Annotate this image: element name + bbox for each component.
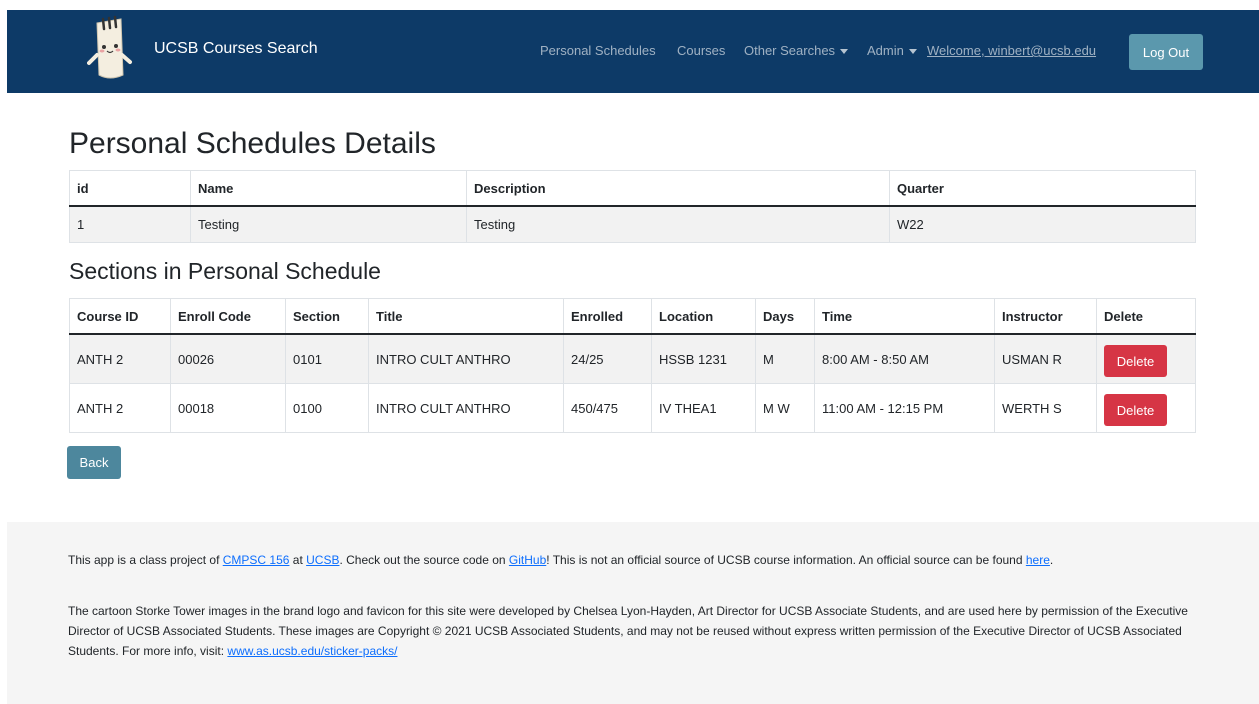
schedule-details-table: id Name Description Quarter 1 Testing Te… — [69, 170, 1196, 243]
nav-admin-label: Admin — [867, 43, 904, 58]
cell-location: IV THEA1 — [651, 383, 756, 433]
github-link[interactable]: GitHub — [509, 553, 546, 567]
nav-admin-dropdown[interactable]: Admin — [867, 43, 917, 58]
column-header: Enrolled — [563, 298, 652, 335]
column-header: Instructor — [994, 298, 1097, 335]
sections-heading: Sections in Personal Schedule — [69, 258, 381, 284]
cell-instructor: USMAN R — [994, 333, 1097, 384]
nav-courses[interactable]: Courses — [677, 43, 725, 58]
footer-text: at — [289, 553, 307, 567]
table-row: ANTH 2 00018 0100 INTRO CULT ANTHRO 450/… — [69, 383, 1196, 433]
cell-section: 0100 — [285, 383, 369, 433]
sections-table: Course ID Enroll Code Section Title Enro… — [69, 298, 1196, 433]
nav-other-searches-dropdown[interactable]: Other Searches — [744, 43, 849, 58]
caret-down-icon — [908, 49, 917, 55]
cell-name: Testing — [190, 205, 467, 243]
cell-enrolled: 24/25 — [563, 333, 652, 384]
ucsb-link[interactable]: UCSB — [306, 553, 339, 567]
cell-time: 11:00 AM - 12:15 PM — [814, 383, 995, 433]
cell-time: 8:00 AM - 8:50 AM — [814, 333, 995, 384]
cell-section: 0101 — [285, 333, 369, 384]
column-header: Section — [285, 298, 369, 335]
column-header: Title — [368, 298, 564, 335]
cell-course-id: ANTH 2 — [69, 383, 171, 433]
cell-days: M W — [755, 383, 815, 433]
footer-text: ! This is not an official source of UCSB… — [546, 553, 1026, 567]
brand-title[interactable]: UCSB Courses Search — [154, 40, 318, 58]
table-header-row: id Name Description Quarter — [69, 170, 1196, 207]
delete-button[interactable]: Delete — [1104, 394, 1167, 426]
cell-title: INTRO CULT ANTHRO — [368, 383, 564, 433]
column-header: Name — [190, 170, 467, 207]
column-header: Delete — [1096, 298, 1196, 335]
cell-delete: Delete — [1096, 383, 1196, 433]
footer-text: . Check out the source code on — [339, 553, 509, 567]
cell-description: Testing — [466, 205, 890, 243]
cell-days: M — [755, 333, 815, 384]
column-header: Course ID — [69, 298, 171, 335]
column-header: Time — [814, 298, 995, 335]
top-navbar: UCSB Courses Search Personal Schedules C… — [7, 10, 1259, 93]
column-header: id — [69, 170, 191, 207]
sticker-packs-link[interactable]: www.as.ucsb.edu/sticker-packs/ — [227, 644, 397, 658]
cmpsc-156-link[interactable]: CMPSC 156 — [223, 553, 290, 567]
cell-enroll-code: 00026 — [170, 333, 286, 384]
delete-button[interactable]: Delete — [1104, 345, 1167, 377]
footer-text: This app is a class project of — [68, 553, 223, 567]
nav-other-searches-label: Other Searches — [744, 43, 836, 58]
official-source-link[interactable]: here — [1026, 553, 1050, 567]
column-header: Description — [466, 170, 890, 207]
table-row: 1 Testing Testing W22 — [69, 205, 1196, 243]
nav-personal-schedules[interactable]: Personal Schedules — [540, 43, 656, 58]
cell-title: INTRO CULT ANTHRO — [368, 333, 564, 384]
page-title: Personal Schedules Details — [69, 127, 436, 160]
column-header: Days — [755, 298, 815, 335]
table-row: ANTH 2 00026 0101 INTRO CULT ANTHRO 24/2… — [69, 333, 1196, 384]
back-button[interactable]: Back — [67, 446, 121, 479]
footer: This app is a class project of CMPSC 156… — [7, 522, 1259, 704]
cell-id: 1 — [69, 205, 191, 243]
column-header: Quarter — [889, 170, 1196, 207]
cell-quarter: W22 — [889, 205, 1196, 243]
column-header: Enroll Code — [170, 298, 286, 335]
cell-enrolled: 450/475 — [563, 383, 652, 433]
logout-button[interactable]: Log Out — [1129, 34, 1203, 70]
cell-instructor: WERTH S — [994, 383, 1097, 433]
column-header: Location — [651, 298, 756, 335]
footer-copyright-note: The cartoon Storke Tower images in the b… — [68, 601, 1203, 661]
caret-down-icon — [840, 49, 849, 55]
cell-enroll-code: 00018 — [170, 383, 286, 433]
table-header-row: Course ID Enroll Code Section Title Enro… — [69, 298, 1196, 335]
storke-tower-logo-icon[interactable] — [87, 15, 133, 87]
cell-location: HSSB 1231 — [651, 333, 756, 384]
welcome-user-link[interactable]: Welcome, winbert@ucsb.edu — [927, 43, 1096, 58]
cell-course-id: ANTH 2 — [69, 333, 171, 384]
footer-project-note: This app is a class project of CMPSC 156… — [68, 550, 1203, 570]
cell-delete: Delete — [1096, 333, 1196, 384]
footer-text: . — [1049, 553, 1054, 567]
